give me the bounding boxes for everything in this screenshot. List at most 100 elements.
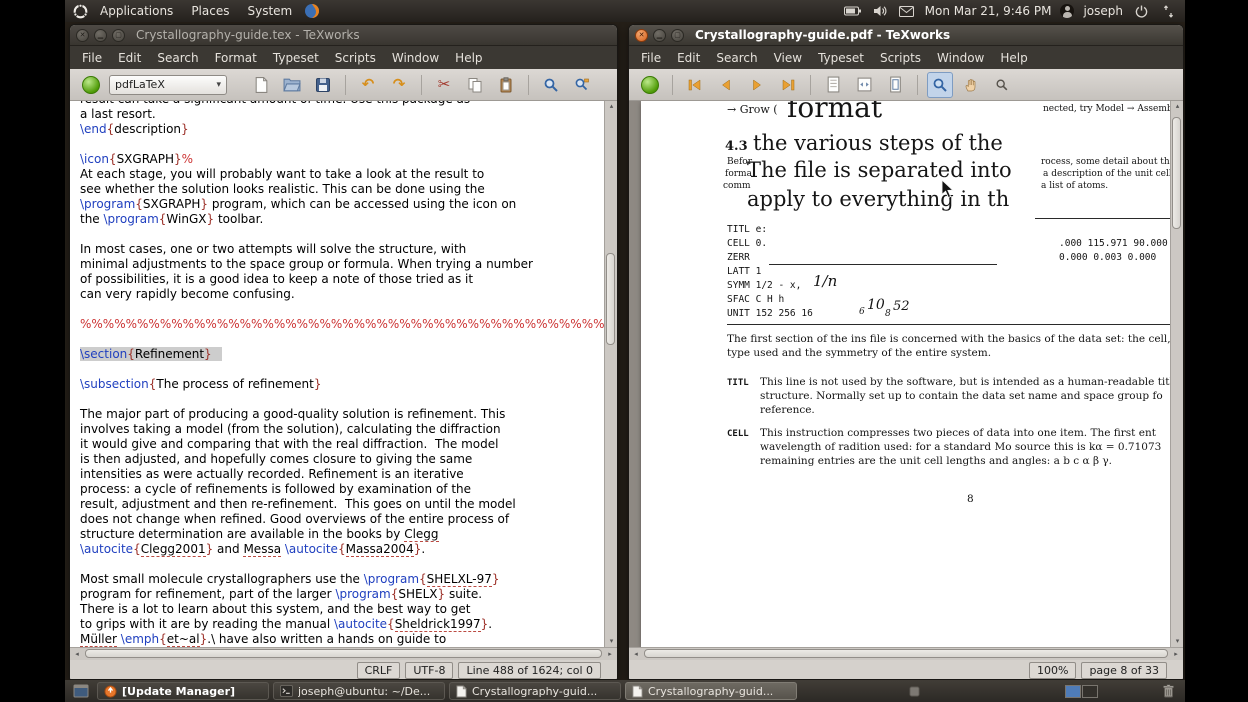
- username[interactable]: joseph: [1083, 4, 1123, 18]
- zoom-select-button[interactable]: [989, 72, 1015, 98]
- eol-indicator[interactable]: CRLF: [357, 662, 401, 679]
- encoding-indicator[interactable]: UTF-8: [405, 662, 453, 679]
- toolbar-separator: [672, 75, 673, 95]
- magnify-tool-button[interactable]: [927, 72, 953, 98]
- menu-scripts[interactable]: Scripts: [327, 48, 384, 68]
- undo-button[interactable]: ↶: [355, 72, 381, 98]
- tray-icon[interactable]: [908, 685, 921, 698]
- menu-applications[interactable]: Applications: [93, 2, 180, 20]
- page-indicator[interactable]: page 8 of 33: [1081, 662, 1167, 679]
- scroll-up-icon[interactable]: ▴: [1171, 101, 1183, 112]
- firefox-icon[interactable]: [303, 2, 321, 20]
- menu-window[interactable]: Window: [929, 48, 992, 68]
- menu-file[interactable]: File: [633, 48, 669, 68]
- scroll-right-icon[interactable]: ▸: [1169, 648, 1183, 660]
- volume-icon[interactable]: [871, 2, 889, 20]
- scroll-left-icon[interactable]: ◂: [629, 648, 643, 660]
- cut-button[interactable]: ✂: [431, 72, 457, 98]
- menu-edit[interactable]: Edit: [669, 48, 708, 68]
- fit-page-view-button[interactable]: [882, 72, 908, 98]
- editor-horizontal-scrollbar[interactable]: ◂ ▸: [70, 647, 617, 660]
- show-desktop-icon[interactable]: [73, 684, 89, 698]
- editor-vertical-scrollbar[interactable]: ▴ ▾: [604, 101, 617, 647]
- menu-system[interactable]: System: [240, 2, 299, 20]
- pdf-viewport[interactable]: → Grow (formatnected, try Model → Assemb…: [629, 101, 1183, 647]
- save-document-button[interactable]: [310, 72, 336, 98]
- pdf-vertical-scrollbar[interactable]: ▴ ▾: [1170, 101, 1183, 647]
- typeset-button[interactable]: [637, 72, 663, 98]
- close-icon[interactable]: ✕: [635, 29, 648, 42]
- battery-icon[interactable]: [844, 2, 862, 20]
- menu-search[interactable]: Search: [149, 48, 206, 68]
- first-page-button[interactable]: [682, 72, 708, 98]
- workspace-2[interactable]: [1082, 685, 1098, 698]
- menu-edit[interactable]: Edit: [110, 48, 149, 68]
- hand-tool-button[interactable]: [958, 72, 984, 98]
- minimize-icon[interactable]: ▁: [653, 29, 666, 42]
- redo-icon: ↷: [393, 77, 406, 92]
- scrollbar-thumb[interactable]: [1172, 117, 1181, 229]
- paste-button[interactable]: [493, 72, 519, 98]
- scrollbar-thumb[interactable]: [606, 253, 615, 345]
- menu-help[interactable]: Help: [992, 48, 1035, 68]
- pdf-text: CELL 0.: [727, 238, 767, 249]
- editor-lines: result can take a significant amount of …: [70, 101, 604, 647]
- menu-help[interactable]: Help: [447, 48, 490, 68]
- scrollbar-thumb[interactable]: [644, 649, 1168, 658]
- copy-button[interactable]: [462, 72, 488, 98]
- previous-page-button[interactable]: [713, 72, 739, 98]
- first-page-icon: [687, 77, 703, 93]
- taskbar-item-crystallography-tex[interactable]: Crystallography-guid...: [449, 682, 621, 700]
- menu-file[interactable]: File: [74, 48, 110, 68]
- pdf-titlebar[interactable]: ✕ ▁ ▢ Crystallography-guide.pdf - TeXwor…: [629, 25, 1183, 46]
- maximize-icon[interactable]: ▢: [112, 29, 125, 42]
- new-document-button[interactable]: [248, 72, 274, 98]
- engine-selector[interactable]: pdfLaTeX ▾: [109, 75, 227, 95]
- workspace-switcher[interactable]: [1065, 685, 1098, 698]
- toolbar-separator: [421, 75, 422, 95]
- menu-search[interactable]: Search: [708, 48, 765, 68]
- open-document-button[interactable]: [279, 72, 305, 98]
- single-page-view-button[interactable]: [820, 72, 846, 98]
- scroll-down-icon[interactable]: ▾: [605, 636, 617, 647]
- pdf-horizontal-scrollbar[interactable]: ◂ ▸: [629, 647, 1183, 660]
- toolbar-separator: [528, 75, 529, 95]
- menu-window[interactable]: Window: [384, 48, 447, 68]
- maximize-icon[interactable]: ▢: [671, 29, 684, 42]
- power-icon[interactable]: [1132, 2, 1150, 20]
- scrollbar-thumb[interactable]: [85, 649, 602, 658]
- menu-view[interactable]: View: [766, 48, 810, 68]
- workspace-1[interactable]: [1065, 685, 1081, 698]
- taskbar-item-terminal[interactable]: joseph@ubuntu: ~/De...: [273, 682, 445, 700]
- typeset-button[interactable]: [78, 72, 104, 98]
- trash-icon[interactable]: [1162, 684, 1175, 698]
- taskbar-item-update-manager[interactable]: [Update Manager]: [97, 682, 269, 700]
- scroll-down-icon[interactable]: ▾: [1171, 636, 1183, 647]
- replace-button[interactable]: [569, 72, 595, 98]
- next-page-button[interactable]: [744, 72, 770, 98]
- scroll-left-icon[interactable]: ◂: [70, 648, 84, 660]
- zoom-indicator[interactable]: 100%: [1029, 662, 1076, 679]
- taskbar-item-crystallography-pdf[interactable]: Crystallography-guid...: [625, 682, 797, 700]
- mail-icon[interactable]: [898, 2, 916, 20]
- menu-format[interactable]: Format: [207, 48, 265, 68]
- typeset-icon: [641, 76, 659, 94]
- menu-typeset[interactable]: Typeset: [810, 48, 872, 68]
- user-avatar-icon[interactable]: [1060, 4, 1074, 18]
- editor-area[interactable]: result can take a significant amount of …: [70, 101, 617, 647]
- menu-scripts[interactable]: Scripts: [872, 48, 929, 68]
- redo-button[interactable]: ↷: [386, 72, 412, 98]
- editor-titlebar[interactable]: ✕ ▁ ▢ Crystallography-guide.tex - TeXwor…: [70, 25, 617, 46]
- menu-places[interactable]: Places: [184, 2, 236, 20]
- minimize-icon[interactable]: ▁: [94, 29, 107, 42]
- close-icon[interactable]: ✕: [76, 29, 89, 42]
- fit-width-view-button[interactable]: [851, 72, 877, 98]
- scroll-right-icon[interactable]: ▸: [603, 648, 617, 660]
- menu-typeset[interactable]: Typeset: [265, 48, 327, 68]
- last-page-button[interactable]: [775, 72, 801, 98]
- find-button[interactable]: [538, 72, 564, 98]
- clock[interactable]: Mon Mar 21, 9:46 PM: [925, 4, 1052, 18]
- scroll-up-icon[interactable]: ▴: [605, 101, 617, 112]
- ubuntu-logo-icon[interactable]: [71, 2, 89, 20]
- updown-arrows-icon[interactable]: [1159, 2, 1177, 20]
